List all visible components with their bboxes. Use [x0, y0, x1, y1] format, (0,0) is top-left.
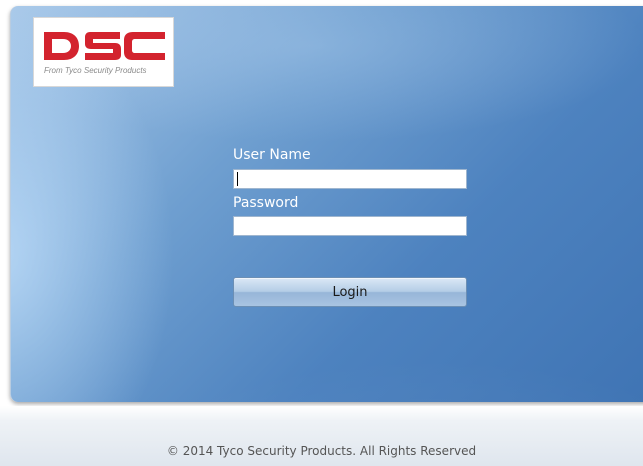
- text-caret: [237, 172, 238, 186]
- copyright-text: © 2014 Tyco Security Products. All Right…: [166, 444, 477, 458]
- password-input[interactable]: [233, 216, 467, 236]
- dsc-logo: From Tyco Security Products: [33, 17, 174, 87]
- dsc-logo-mark: [44, 32, 165, 60]
- username-label: User Name: [233, 147, 311, 163]
- logo-tagline: From Tyco Security Products: [44, 66, 147, 75]
- username-input[interactable]: [233, 169, 467, 189]
- password-label: Password: [233, 195, 299, 211]
- login-panel: From Tyco Security Products User Name Pa…: [10, 6, 643, 402]
- login-button[interactable]: Login: [233, 277, 467, 307]
